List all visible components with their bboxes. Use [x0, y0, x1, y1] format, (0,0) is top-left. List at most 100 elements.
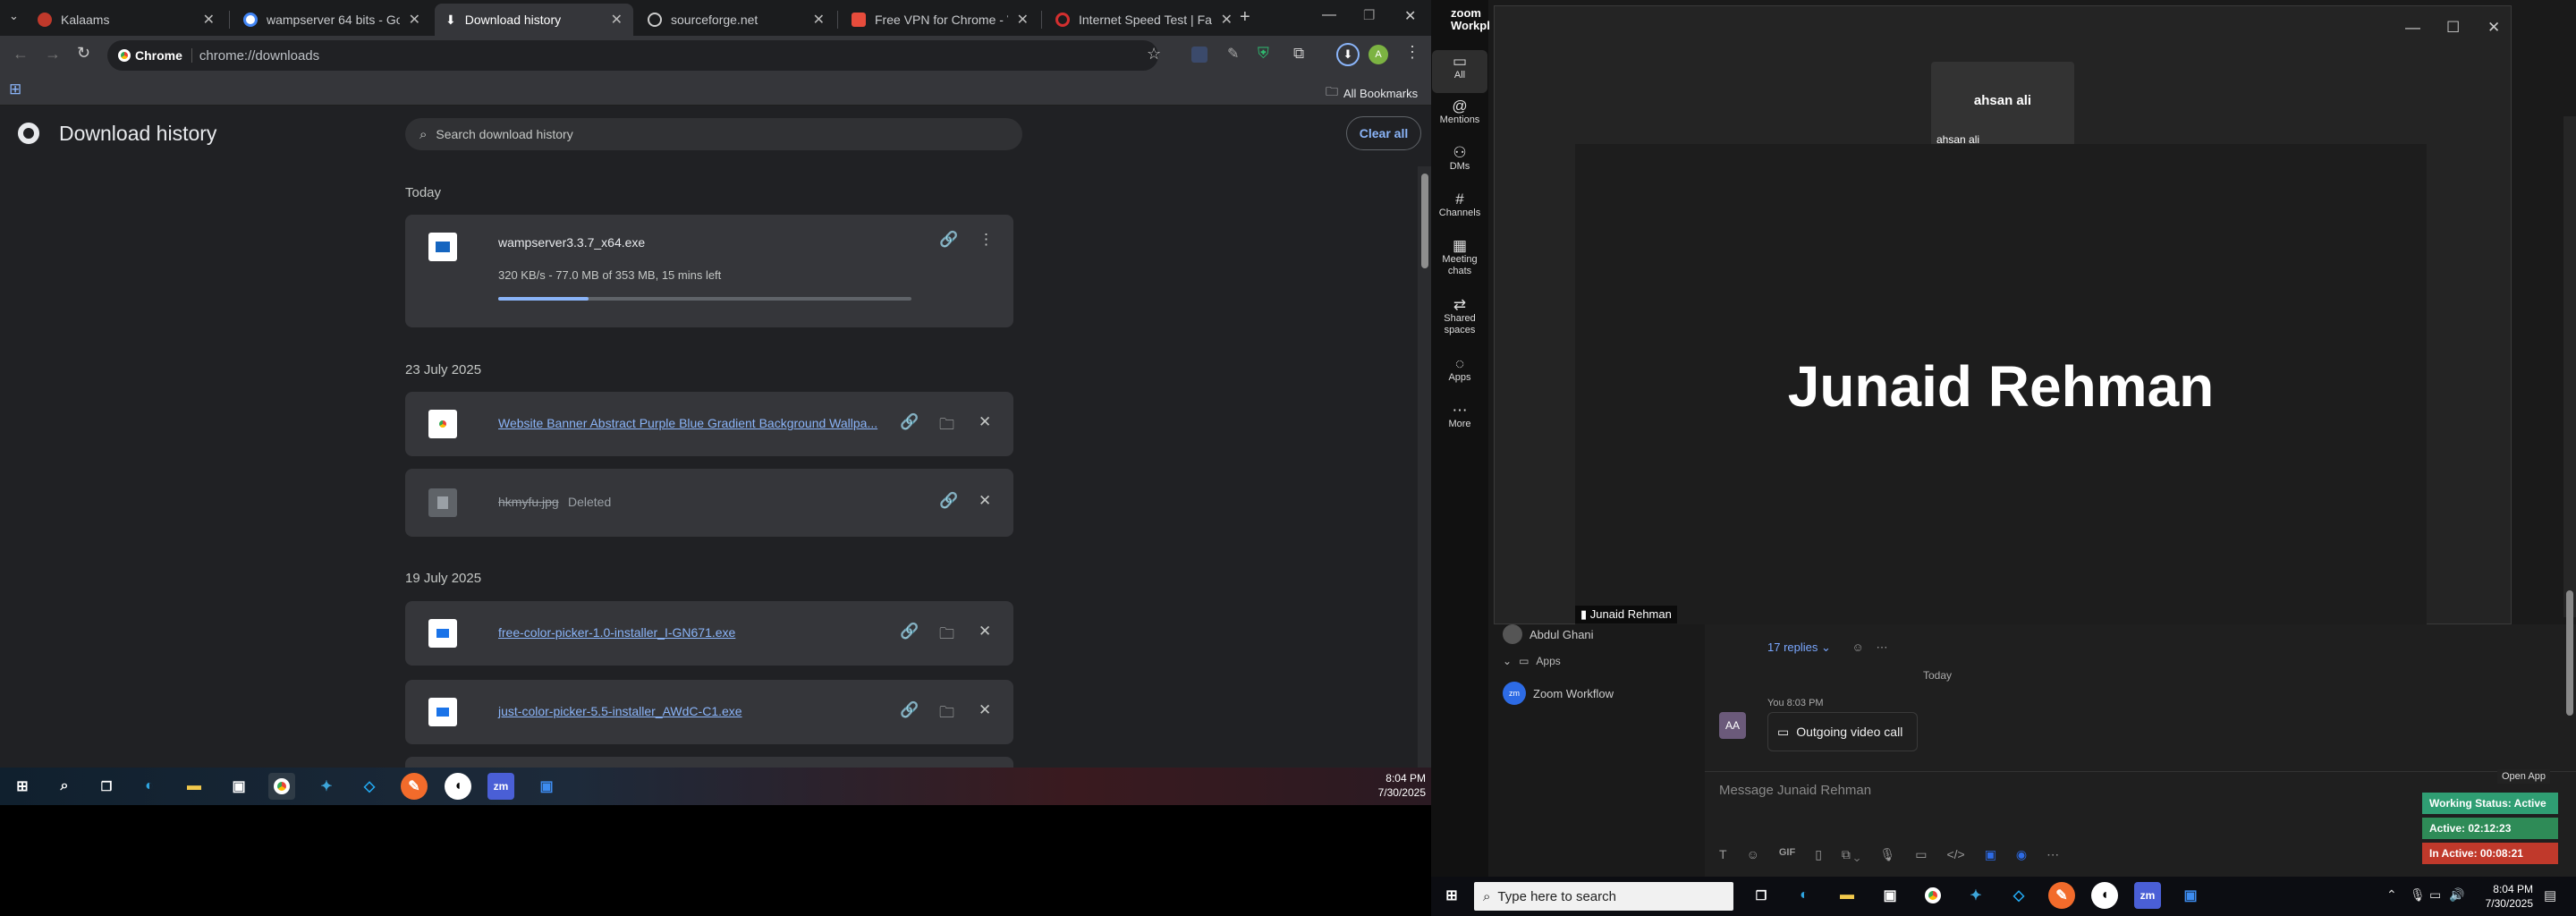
extensions-puzzle-icon[interactable]: ⧉: [1293, 45, 1304, 63]
all-bookmarks-button[interactable]: 🗀 All Bookmarks: [1326, 82, 1418, 104]
url-text[interactable]: chrome://downloads: [199, 48, 319, 64]
taskbar-search-input[interactable]: ⌕ Type here to search: [1474, 882, 1733, 911]
page-scrollbar[interactable]: [1418, 166, 1431, 768]
new-tab-button[interactable]: +: [1240, 7, 1250, 28]
postman-icon[interactable]: ✎: [401, 773, 428, 800]
more-actions-icon[interactable]: ⋮: [979, 231, 994, 249]
open-app-button[interactable]: Open App: [2497, 769, 2550, 784]
rail-shared-spaces[interactable]: ⇄ Shared spaces: [1432, 297, 1487, 336]
app-icon-3[interactable]: ▣: [2177, 882, 2204, 909]
file-icon[interactable]: ▯: [1815, 847, 1822, 862]
copy-link-icon[interactable]: 🔗: [939, 231, 958, 249]
participant-tile[interactable]: ahsan ali ahsan ali: [1931, 62, 2074, 148]
rail-dms[interactable]: ⚇ DMs: [1432, 145, 1487, 173]
zoom-workflow-item[interactable]: zm Zoom Workflow: [1503, 682, 1614, 705]
microphone-icon[interactable]: 🎙: [1879, 847, 1895, 862]
remove-icon[interactable]: ✕: [979, 492, 991, 510]
search-input[interactable]: ⌕ Search download history: [405, 118, 1022, 150]
screenshot-icon[interactable]: ⧉ ⌄: [1842, 847, 1860, 862]
maximize-icon[interactable]: ❐: [1363, 7, 1375, 23]
minimize-icon[interactable]: —: [2405, 19, 2420, 37]
store-icon[interactable]: ▣: [225, 773, 252, 800]
microphone-tray-icon[interactable]: 🎙: [2410, 887, 2426, 903]
contact-abdul-ghani[interactable]: Abdul Ghani: [1503, 624, 1594, 644]
tray-chevron-icon[interactable]: ⌃: [2386, 887, 2397, 903]
app-icon-2[interactable]: ◖: [2091, 882, 2118, 909]
search-icon[interactable]: ⌕: [51, 773, 78, 800]
clear-all-button[interactable]: Clear all: [1346, 116, 1421, 150]
replies-link[interactable]: 17 replies ⌄ ☺ ⋯: [1767, 640, 1887, 655]
remove-icon[interactable]: ✕: [979, 623, 991, 640]
taskbar-clock[interactable]: 8:04 PM 7/30/2025: [1378, 771, 1426, 800]
omnibox[interactable]: Chrome chrome://downloads: [107, 40, 1158, 71]
zoom-taskbar-icon[interactable]: zm: [487, 773, 514, 800]
call-card[interactable]: ▭ Outgoing video call: [1767, 712, 1918, 751]
show-in-folder-icon[interactable]: 🗀: [939, 623, 954, 649]
reload-icon[interactable]: ↻: [77, 44, 90, 63]
rail-more[interactable]: ⋯ More: [1432, 403, 1487, 430]
file-name-link[interactable]: just-color-picker-5.5-installer_AWdC-C1.…: [498, 704, 742, 718]
app-icon-2[interactable]: ◖: [445, 773, 471, 800]
edge-icon[interactable]: ◐: [1791, 882, 1818, 909]
emoji-icon[interactable]: ☺: [1747, 847, 1759, 862]
taskbar-clock[interactable]: 8:04 PM 7/30/2025: [2486, 882, 2533, 911]
app-icon-blue-2[interactable]: ◉: [2016, 847, 2027, 862]
chrome-taskbar-icon[interactable]: [268, 773, 295, 800]
app-icon-blue-1[interactable]: ▣: [1985, 847, 1996, 862]
video-message-icon[interactable]: ▭: [1915, 847, 1927, 862]
site-chip[interactable]: Chrome: [118, 48, 192, 63]
rail-channels[interactable]: # Channels: [1432, 191, 1487, 219]
windows-start-icon[interactable]: ⊞: [9, 773, 36, 800]
close-window-icon[interactable]: ✕: [1404, 7, 1416, 25]
zoom-taskbar-icon[interactable]: zm: [2134, 882, 2161, 909]
remove-icon[interactable]: ✕: [979, 413, 991, 431]
rail-apps[interactable]: ◌ Apps: [1432, 356, 1487, 384]
shield-extension-icon[interactable]: ⛨: [1258, 45, 1269, 63]
chrome-menu-icon[interactable]: ⋮: [1404, 43, 1420, 62]
apps-section[interactable]: ⌄ ▭ Apps: [1503, 655, 1561, 667]
rail-all[interactable]: ▭ All: [1432, 50, 1487, 93]
tab-wampserver-search[interactable]: wampserver 64 bits - Google ✕: [233, 4, 431, 36]
app-icon-1[interactable]: ✦: [1962, 882, 1989, 909]
close-tab-icon[interactable]: ✕: [203, 11, 215, 29]
file-name[interactable]: wampserver3.3.7_x64.exe: [498, 235, 645, 250]
copy-link-icon[interactable]: 🔗: [900, 623, 919, 640]
rail-meeting-chats[interactable]: ▦ Meeting chats: [1432, 238, 1487, 277]
more-icon[interactable]: ⋯: [2046, 847, 2059, 862]
show-in-folder-icon[interactable]: 🗀: [939, 701, 954, 727]
app-icon-1[interactable]: ✦: [313, 773, 340, 800]
network-icon[interactable]: ▭: [2429, 887, 2441, 903]
maximize-icon[interactable]: ☐: [2446, 19, 2460, 37]
file-name-link[interactable]: free-color-picker-1.0-installer_I-GN671.…: [498, 625, 735, 640]
vscode-icon[interactable]: ◇: [356, 773, 383, 800]
vscode-icon[interactable]: ◇: [2005, 882, 2032, 909]
code-snippet-icon[interactable]: </>: [1946, 847, 1964, 862]
close-tab-icon[interactable]: ✕: [813, 11, 825, 29]
copy-link-icon[interactable]: 🔗: [900, 701, 919, 719]
gif-icon[interactable]: GIF: [1779, 847, 1795, 862]
volume-icon[interactable]: 🔊: [2449, 887, 2464, 903]
close-tab-icon[interactable]: ✕: [1017, 11, 1029, 29]
back-icon[interactable]: ←: [13, 45, 29, 64]
notifications-icon[interactable]: ▤: [2544, 887, 2556, 903]
copy-link-icon[interactable]: 🔗: [900, 413, 919, 431]
apps-grid-icon[interactable]: ⊞: [9, 81, 21, 98]
downloads-toolbar-icon[interactable]: ⬇: [1336, 43, 1360, 66]
tab-speed-test[interactable]: Internet Speed Test | Fast.co ✕: [1045, 4, 1243, 36]
close-tab-icon[interactable]: ✕: [1221, 11, 1233, 29]
chrome-taskbar-icon[interactable]: [1919, 882, 1946, 909]
profile-avatar[interactable]: A: [1368, 45, 1388, 64]
bookmark-star-icon[interactable]: ☆: [1147, 45, 1161, 64]
close-window-icon[interactable]: ✕: [2487, 19, 2500, 37]
windows-start-icon[interactable]: ⊞: [1438, 882, 1465, 909]
file-name-link[interactable]: Website Banner Abstract Purple Blue Grad…: [498, 416, 877, 430]
remove-icon[interactable]: ✕: [979, 701, 991, 719]
forward-icon[interactable]: →: [45, 45, 61, 64]
extension-icon-2[interactable]: ✎: [1227, 45, 1239, 63]
tab-download-history[interactable]: ⬇ Download history ✕: [435, 4, 633, 36]
tab-free-vpn[interactable]: Free VPN for Chrome - VPN ✕: [841, 4, 1039, 36]
edge-icon[interactable]: ◐: [136, 773, 163, 800]
minimize-icon[interactable]: —: [1322, 7, 1336, 23]
task-view-icon[interactable]: ❐: [93, 773, 120, 800]
file-explorer-icon[interactable]: ▬: [1834, 882, 1860, 909]
